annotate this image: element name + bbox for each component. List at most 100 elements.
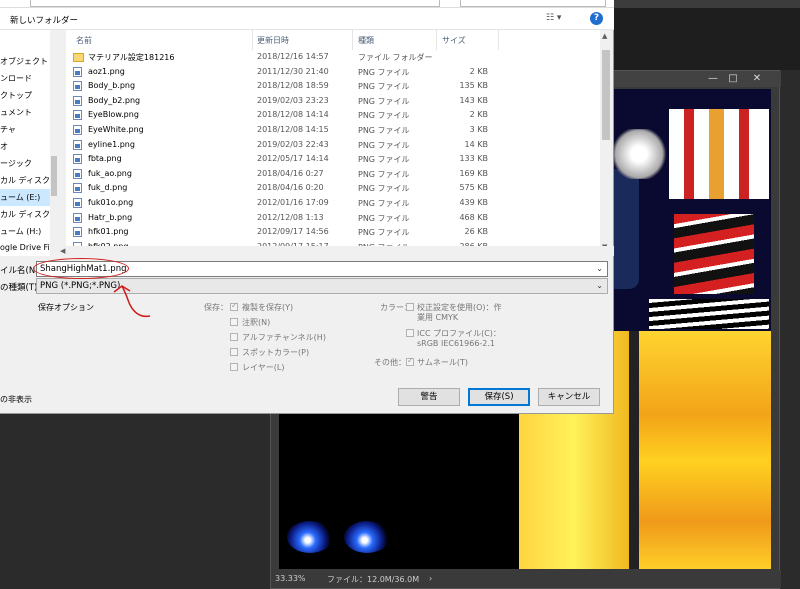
png-file-icon bbox=[73, 125, 82, 135]
save-label: 保存： bbox=[204, 303, 228, 312]
file-list-scrollbar-thumb[interactable] bbox=[602, 50, 610, 140]
file-row[interactable]: fbta.png 2012/05/17 14:14 PNG ファイル 133 KB bbox=[66, 152, 600, 167]
file-type: PNG ファイル bbox=[358, 82, 410, 92]
column-type[interactable]: 種類 bbox=[358, 35, 374, 46]
file-name: EyeBlow.png bbox=[88, 110, 139, 120]
save-options-heading: 保存オプション bbox=[38, 303, 94, 312]
nav-scrollbar[interactable] bbox=[50, 30, 58, 256]
file-row[interactable]: eyline1.png 2019/02/03 22:43 PNG ファイル 14 KB bbox=[66, 138, 600, 153]
annotations-checkbox[interactable] bbox=[230, 318, 238, 326]
file-row[interactable]: fuk_ao.png 2018/04/16 0:27 PNG ファイル 169 KB bbox=[66, 167, 600, 182]
help-icon[interactable]: ? bbox=[590, 12, 603, 25]
file-date: 2018/12/08 14:14 bbox=[257, 110, 329, 120]
horizontal-scrollbar[interactable]: ◀ bbox=[58, 246, 614, 256]
file-row[interactable]: Body_b2.png 2019/02/03 23:23 PNG ファイル 143 K… bbox=[66, 94, 600, 109]
file-row[interactable]: EyeBlow.png 2018/12/08 14:14 PNG ファイル 2 KB bbox=[66, 108, 600, 123]
zoom-level[interactable]: 33.33% bbox=[275, 574, 306, 583]
search-box[interactable] bbox=[460, 0, 606, 7]
use-proof-setup-checkbox[interactable] bbox=[406, 303, 414, 311]
status-menu-arrow[interactable]: › bbox=[429, 574, 432, 583]
file-row[interactable]: EyeWhite.png 2018/12/08 14:15 PNG ファイル 3 KB bbox=[66, 123, 600, 138]
address-row bbox=[0, 0, 614, 8]
file-type: PNG ファイル bbox=[358, 155, 410, 165]
file-list-header: 名前 更新日時 種類 サイズ bbox=[66, 30, 600, 50]
texture-eye-left bbox=[287, 521, 333, 553]
document-vertical-scrollbar[interactable] bbox=[771, 87, 779, 571]
file-type: PNG ファイル bbox=[358, 199, 410, 208]
save-button[interactable]: 保存(S) bbox=[468, 388, 530, 406]
file-row[interactable]: マテリアル設定181216 2018/12/16 14:57 ファイル フォルダー bbox=[66, 50, 600, 65]
file-type: PNG ファイル bbox=[358, 213, 410, 223]
file-name: fuk_d.png bbox=[88, 183, 128, 193]
column-size[interactable]: サイズ bbox=[442, 35, 466, 46]
file-date: 2012/01/16 17:09 bbox=[257, 198, 329, 207]
save-copy-label: 複製を保存(Y) bbox=[242, 303, 294, 312]
spot-colors-checkbox[interactable] bbox=[230, 348, 238, 356]
png-file-icon bbox=[73, 139, 82, 150]
cancel-button[interactable]: キャンセル bbox=[538, 388, 600, 406]
alpha-channels-checkbox[interactable] bbox=[230, 333, 238, 341]
save-copy-checkbox[interactable] bbox=[230, 301, 238, 311]
file-name: fbta.png bbox=[88, 154, 122, 164]
close-icon[interactable]: ✕ bbox=[749, 73, 765, 85]
warning-button[interactable]: 警告 bbox=[398, 388, 460, 406]
annotation-oval bbox=[33, 258, 129, 279]
nav-scrollbar-thumb[interactable] bbox=[51, 156, 57, 196]
file-row[interactable]: Body_b.png 2018/12/08 18:59 PNG ファイル 135 KB bbox=[66, 79, 600, 94]
file-row[interactable]: fuk01o.png 2012/01/16 17:09 PNG ファイル 439 KB bbox=[66, 196, 600, 211]
folder-icon bbox=[73, 53, 84, 62]
file-row[interactable]: Hatr_b.png 2012/12/08 1:13 PNG ファイル 468 KB bbox=[66, 211, 600, 226]
view-menu-icon[interactable]: ☷ ▾ bbox=[546, 13, 561, 23]
file-size: 575 KB bbox=[459, 183, 488, 193]
file-name: fuk_ao.png bbox=[88, 168, 132, 178]
column-name[interactable]: 名前 bbox=[76, 35, 92, 46]
file-list: 名前 更新日時 種類 サイズ マテリアル設定181216 2018/12/16 1… bbox=[66, 30, 600, 254]
file-type: PNG ファイル bbox=[358, 67, 410, 77]
file-row[interactable]: fuk_d.png 2018/04/16 0:20 PNG ファイル 575 KB bbox=[66, 181, 600, 196]
scroll-left-icon[interactable]: ◀ bbox=[60, 247, 65, 255]
chevron-down-icon[interactable]: ⌄ bbox=[596, 281, 603, 290]
file-name: hfk01.png bbox=[88, 227, 129, 237]
annotation-arrow bbox=[113, 285, 151, 318]
spot-colors-label: スポットカラー(P) bbox=[242, 348, 310, 357]
file-type: PNG ファイル bbox=[358, 184, 410, 194]
icc-profile-checkbox[interactable] bbox=[406, 329, 414, 337]
file-name: fuk01o.png bbox=[88, 198, 134, 207]
file-type: PNG ファイル bbox=[358, 140, 410, 150]
file-date: 2011/12/30 21:40 bbox=[257, 66, 329, 76]
address-bar[interactable] bbox=[30, 0, 440, 7]
file-date: 2019/02/03 23:23 bbox=[257, 95, 329, 105]
icc-profile-value: sRGB IEC61966-2.1 bbox=[417, 339, 496, 348]
file-row[interactable]: hfk01.png 2012/09/17 14:56 PNG ファイル 26 KB bbox=[66, 225, 600, 240]
file-name: EyeWhite.png bbox=[88, 125, 144, 134]
thumbnail-checkbox[interactable] bbox=[406, 356, 414, 366]
file-type: ファイル フォルダー bbox=[358, 53, 433, 62]
texture-white-frill bbox=[609, 129, 669, 179]
layers-checkbox[interactable] bbox=[230, 363, 238, 371]
hide-folders-toggle[interactable]: の非表示 bbox=[0, 394, 32, 405]
file-size: 135 KB bbox=[459, 81, 488, 91]
file-name: Hatr_b.png bbox=[88, 212, 133, 222]
thumbnail-label: サムネール(T) bbox=[417, 358, 468, 367]
column-date[interactable]: 更新日時 bbox=[257, 35, 289, 46]
scroll-up-icon[interactable]: ▲ bbox=[602, 32, 607, 40]
file-date: 2019/02/03 22:43 bbox=[257, 139, 329, 149]
chevron-down-icon[interactable]: ⌄ bbox=[596, 264, 603, 273]
file-date: 2012/09/17 14:56 bbox=[257, 227, 329, 237]
new-folder-button[interactable]: 新しいフォルダー bbox=[10, 14, 78, 26]
file-name: Body_b2.png bbox=[88, 95, 141, 105]
minimize-icon[interactable]: — bbox=[705, 73, 721, 85]
file-size: 2 KB bbox=[469, 66, 488, 76]
maximize-icon[interactable]: □ bbox=[725, 73, 741, 85]
file-size: 143 KB bbox=[459, 95, 488, 105]
file-date: 2018/12/08 18:59 bbox=[257, 81, 329, 91]
png-file-icon bbox=[73, 183, 82, 194]
file-name: マテリアル設定181216 bbox=[88, 53, 175, 62]
filetype-label: の種類(T): bbox=[0, 283, 41, 293]
alpha-channels-label: アルファチャンネル(H) bbox=[242, 333, 326, 342]
file-type: PNG ファイル bbox=[358, 126, 410, 135]
layers-label: レイヤー(L) bbox=[242, 363, 285, 372]
file-row[interactable]: aoz1.png 2011/12/30 21:40 PNG ファイル 2 KB bbox=[66, 65, 600, 80]
command-bar: 新しいフォルダー ☷ ▾ ? bbox=[0, 8, 614, 30]
png-file-icon bbox=[73, 154, 82, 165]
